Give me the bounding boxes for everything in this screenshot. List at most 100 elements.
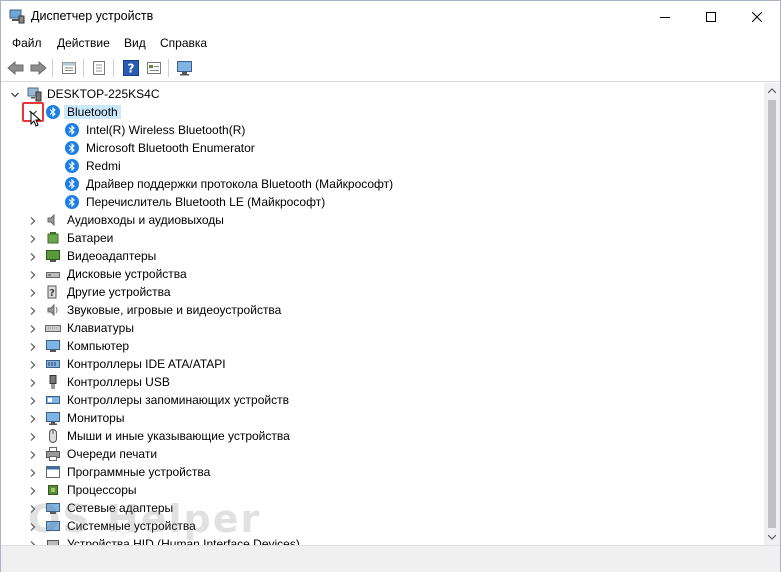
back-icon[interactable] [6, 58, 26, 78]
chevron-right-icon[interactable] [28, 377, 38, 387]
toolbar-separator [168, 59, 169, 77]
tree-item-computer[interactable]: Компьютер [2, 337, 764, 355]
device-manager-app-icon [9, 9, 25, 24]
tree-item-monitors[interactable]: Мониторы [2, 409, 764, 427]
toolbar-separator [113, 59, 114, 77]
device-label: Драйвер поддержки протокола Bluetooth (М… [86, 177, 394, 191]
category-label: Очереди печати [67, 447, 158, 461]
sound-icon [45, 302, 61, 318]
window-title: Диспетчер устройств [31, 9, 154, 23]
tree-item-bt-child[interactable]: Драйвер поддержки протокола Bluetooth (М… [2, 175, 764, 193]
chevron-right-icon[interactable] [28, 215, 38, 225]
chevron-right-icon[interactable] [28, 431, 38, 441]
computer-name-label: DESKTOP-225KS4C [47, 87, 160, 101]
tree-item-disk-drives[interactable]: Дисковые устройства [2, 265, 764, 283]
menu-action[interactable]: Действие [57, 36, 110, 50]
tree-item-storage-controllers[interactable]: Контроллеры запоминающих устройств [2, 391, 764, 409]
tree-item-bt-child[interactable]: Microsoft Bluetooth Enumerator [2, 139, 764, 157]
chevron-right-icon[interactable] [28, 305, 38, 315]
storage-controller-icon [45, 392, 61, 408]
selected-bluetooth-label: Bluetooth [64, 105, 121, 119]
tree-item-usb-controllers[interactable]: Контроллеры USB [2, 373, 764, 391]
scroll-up-arrow-icon[interactable] [764, 83, 780, 99]
maximize-button[interactable] [688, 1, 734, 32]
category-label: Контроллеры USB [67, 375, 170, 389]
monitor-scan-icon[interactable] [175, 58, 195, 78]
scroll-down-arrow-icon[interactable] [764, 529, 780, 545]
usb-icon [45, 374, 61, 390]
tree-item-mice[interactable]: Мыши и иные указывающие устройства [2, 427, 764, 445]
category-label: Клавиатуры [67, 321, 134, 335]
minimize-button[interactable] [642, 1, 688, 32]
menu-help[interactable]: Справка [160, 36, 207, 50]
category-label: Программные устройства [67, 465, 211, 479]
mouse-cursor-icon [30, 110, 42, 130]
monitor-icon [45, 410, 61, 426]
chevron-down-icon[interactable] [10, 89, 20, 99]
properties-icon[interactable] [59, 58, 79, 78]
category-label: Мыши и иные указывающие устройства [67, 429, 290, 443]
tree-item-ide-controllers[interactable]: Контроллеры IDE ATA/ATAPI [2, 355, 764, 373]
battery-icon [45, 230, 61, 246]
tree-item-bt-child[interactable]: Intel(R) Wireless Bluetooth(R) [2, 121, 764, 139]
close-button[interactable] [734, 1, 780, 32]
svg-text:?: ? [128, 62, 135, 76]
speaker-icon [45, 212, 61, 228]
bluetooth-icon [45, 104, 61, 120]
tree-item-bt-child[interactable]: Перечислитель Bluetooth LE (Майкрософт) [2, 193, 764, 211]
device-label: Intel(R) Wireless Bluetooth(R) [86, 123, 246, 137]
chevron-right-icon[interactable] [28, 449, 38, 459]
status-bar [1, 545, 780, 572]
toolbar-separator [83, 59, 84, 77]
chevron-right-icon[interactable] [28, 323, 38, 333]
chevron-right-icon[interactable] [28, 485, 38, 495]
menu-bar: Файл Действие Вид Справка [1, 32, 780, 54]
chevron-right-icon[interactable] [28, 269, 38, 279]
category-label: Аудиовходы и аудиовыходы [67, 213, 224, 227]
chevron-right-icon[interactable] [28, 341, 38, 351]
tree-item-print-queues[interactable]: Очереди печати [2, 445, 764, 463]
tree-item-other-devices[interactable]: ? Другие устройства [2, 283, 764, 301]
driver-icon[interactable] [89, 58, 109, 78]
bluetooth-icon [64, 194, 80, 210]
chevron-right-icon[interactable] [28, 395, 38, 405]
forward-icon[interactable] [28, 58, 48, 78]
help-icon[interactable]: ? [121, 58, 141, 78]
chevron-right-icon[interactable] [28, 359, 38, 369]
disk-drive-icon [45, 266, 61, 282]
chevron-right-icon[interactable] [28, 413, 38, 423]
tree-item-keyboards[interactable]: Клавиатуры [2, 319, 764, 337]
menu-view[interactable]: Вид [124, 36, 146, 50]
category-label: Компьютер [67, 339, 130, 353]
tree-item-bluetooth[interactable]: Bluetooth [2, 103, 764, 121]
category-label: Батареи [67, 231, 114, 245]
bluetooth-icon [64, 158, 80, 174]
tree-root[interactable]: DESKTOP-225KS4C [2, 85, 764, 103]
tree-item-display-adapters[interactable]: Видеоадаптеры [2, 247, 764, 265]
category-label: Дисковые устройства [67, 267, 187, 281]
tree-item-software-devices[interactable]: Программные устройства [2, 463, 764, 481]
tree-item-sound-devices[interactable]: Звуковые, игровые и видеоустройства [2, 301, 764, 319]
scrollbar-thumb[interactable] [768, 100, 776, 528]
computer-icon [45, 338, 61, 354]
mouse-icon [45, 428, 61, 444]
chevron-right-icon[interactable] [28, 287, 38, 297]
chevron-right-icon[interactable] [28, 467, 38, 477]
tree-item-batteries[interactable]: Батареи [2, 229, 764, 247]
vertical-scrollbar[interactable] [764, 83, 780, 545]
device-manager-window: Диспетчер устройств Файл Действие Вид Сп… [0, 0, 781, 572]
tree-item-bt-child[interactable]: Redmi [2, 157, 764, 175]
view-icon[interactable] [144, 58, 164, 78]
chevron-right-icon[interactable] [28, 251, 38, 261]
device-tree[interactable]: DESKTOP-225KS4C Bluetooth Intel(R) Wirel… [2, 83, 764, 545]
title-bar: Диспетчер устройств [1, 1, 780, 32]
menu-file[interactable]: Файл [12, 36, 42, 50]
software-device-icon [45, 464, 61, 480]
chevron-right-icon[interactable] [28, 233, 38, 243]
bluetooth-icon [64, 176, 80, 192]
category-label: Процессоры [67, 483, 137, 497]
toolbar-separator [52, 59, 53, 77]
toolbar: ? [1, 54, 780, 82]
category-label: Другие устройства [67, 285, 171, 299]
tree-item-audio-io[interactable]: Аудиовходы и аудиовыходы [2, 211, 764, 229]
